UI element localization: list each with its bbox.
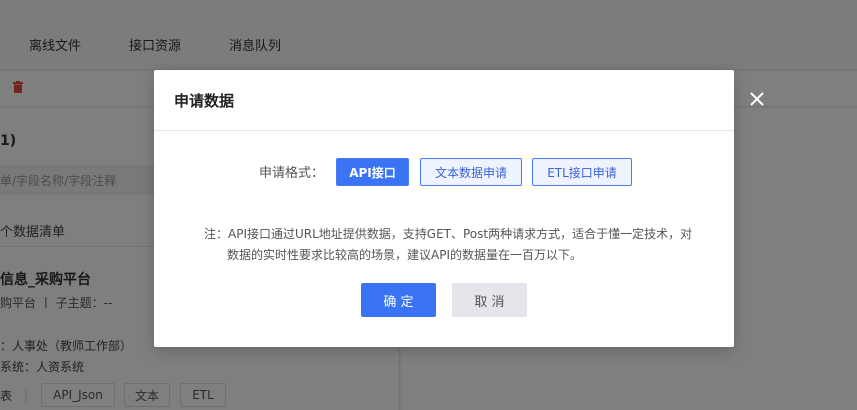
option-text-data[interactable]: 文本数据申请 bbox=[420, 158, 522, 186]
modal-title: 申请数据 bbox=[174, 92, 235, 110]
option-etl[interactable]: ETL接口申请 bbox=[532, 158, 632, 186]
note-line-2: 数据的实时性要求比较高的场景，建议API的数据量在一百万以下。 bbox=[227, 248, 582, 262]
close-icon[interactable] bbox=[747, 89, 767, 109]
apply-data-modal: 申请数据 申请格式： API接口 文本数据申请 ETL接口申请 注：API接口通… bbox=[154, 70, 734, 347]
modal-divider bbox=[154, 130, 734, 131]
option-api[interactable]: API接口 bbox=[336, 158, 409, 186]
confirm-button[interactable]: 确 定 bbox=[361, 283, 436, 317]
note-line-1: 注：API接口通过URL地址提供数据，支持GET、Post两种请求方式，适合于懂… bbox=[204, 227, 693, 241]
cancel-button[interactable]: 取 消 bbox=[452, 283, 527, 317]
format-label: 申请格式： bbox=[259, 166, 325, 181]
